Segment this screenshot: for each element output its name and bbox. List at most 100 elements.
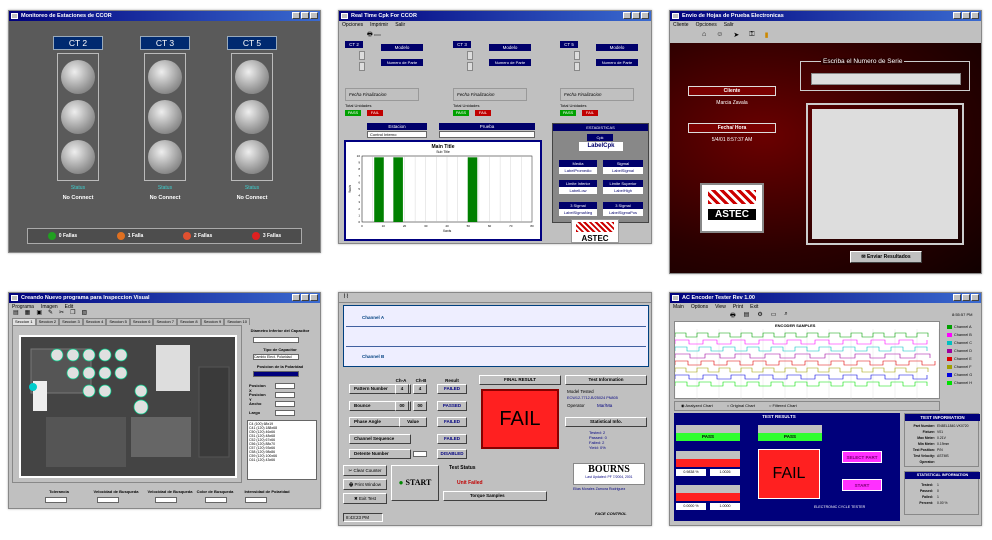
print-icon[interactable]: 🖶 [730, 311, 736, 321]
analyzed-chart-radio[interactable]: ◉ Analyzed Chart [681, 402, 713, 410]
capacitor [82, 384, 96, 398]
legend-label: Channel A [954, 325, 972, 329]
exit-door-icon[interactable]: ▮ [765, 31, 769, 41]
prueba-select[interactable] [439, 131, 535, 138]
grid-icon[interactable]: ▦ [25, 309, 31, 316]
pencil-icon[interactable]: ✎ [48, 309, 53, 316]
velocidad-busqueda-select-2[interactable] [155, 497, 177, 503]
menu-salir[interactable]: Salir [395, 21, 405, 29]
close-button[interactable] [971, 294, 979, 301]
largo-input[interactable] [275, 410, 295, 416]
menu-cliente[interactable]: Cliente [673, 21, 689, 29]
close-button[interactable] [971, 12, 979, 19]
tolerancia-select[interactable] [45, 497, 67, 503]
close-button[interactable] [310, 294, 318, 301]
menu-exit[interactable]: Exit [750, 303, 758, 311]
list-item[interactable]: C61 (120) 43x66 [249, 458, 315, 462]
select-icon[interactable]: ▣ [36, 309, 42, 316]
menu-view[interactable]: View [715, 303, 726, 311]
chart-icon[interactable]: ▤ [744, 311, 750, 321]
filtered-chart-radio[interactable]: ○ Filtered Chart [769, 402, 797, 410]
status-light [61, 140, 95, 174]
menu-opciones[interactable]: Opciones [696, 21, 717, 29]
start-button[interactable]: START [842, 479, 882, 491]
maximize-button[interactable] [301, 12, 309, 19]
close-button[interactable] [641, 12, 649, 19]
color-busqueda-select[interactable] [205, 497, 227, 503]
copy-icon[interactable]: ❐ [70, 309, 75, 316]
menu-main[interactable]: Main [673, 303, 684, 311]
encoder-waveforms [675, 329, 939, 399]
enviar-resultados-button[interactable]: ✉ Enviar Resultados [850, 251, 922, 263]
tab-seccion-5[interactable]: Seccion 5 [106, 318, 130, 325]
minimize-button[interactable] [292, 294, 300, 301]
fail-indicator: FAIL [758, 449, 820, 499]
legend-swatch [947, 349, 952, 353]
lock-icon[interactable]: ⚿ [749, 31, 754, 41]
envio-hojas-window: Envio de Hojas de Prueba Electronicas Cl… [669, 10, 982, 274]
tab-seccion-7[interactable]: Seccion 7 [153, 318, 178, 325]
maximize-button[interactable] [962, 294, 970, 301]
folder-icon[interactable]: ▤ [13, 309, 19, 316]
media-label: Media [559, 160, 597, 167]
print-icon[interactable]: 🖶 [367, 32, 373, 38]
component-list[interactable]: C4 (100) 68x19 C41 (120) 188x68 C50 (120… [247, 420, 317, 480]
minimize-button[interactable] [623, 12, 631, 19]
search-icon[interactable]: ⌕ [784, 311, 787, 321]
minimize-button[interactable] [953, 294, 961, 301]
clear-counter-button[interactable]: ✂ Clear Counter [343, 465, 387, 476]
velocidad-busqueda-select[interactable] [97, 497, 119, 503]
paste-icon[interactable]: ▧ [81, 309, 87, 316]
pcb-image[interactable] [19, 335, 237, 478]
intensidad-select[interactable] [245, 497, 267, 503]
legend-item: Channel A [947, 325, 972, 329]
menu-print[interactable]: Print [733, 303, 743, 311]
network-icon[interactable]: ⌂ [702, 31, 706, 41]
close-button[interactable] [310, 12, 318, 19]
posicion-x-input[interactable] [275, 383, 295, 389]
print-window-button[interactable]: 🖶 Print Window [343, 479, 387, 490]
app-icon [11, 295, 18, 301]
posicion-polaridad-select[interactable] [253, 371, 299, 377]
fail-indicator: FAIL [481, 389, 559, 449]
ancho-input[interactable] [275, 401, 295, 407]
menu-opciones[interactable]: Opciones [342, 21, 363, 29]
detente-input[interactable] [413, 451, 427, 457]
tab-seccion-8[interactable]: Seccion 8 [177, 318, 201, 325]
exit-test-button[interactable]: ✖ Exit Test [343, 493, 387, 504]
tab-seccion-1[interactable]: Seccion 1 [12, 318, 36, 325]
select-part-button[interactable]: SELECT PART [842, 451, 882, 463]
start-button[interactable]: ● START [391, 465, 439, 501]
maximize-button[interactable] [301, 294, 309, 301]
diametro-select[interactable] [253, 337, 299, 343]
waveform-icon[interactable]: ⌇⌇ [343, 294, 349, 300]
user-icon[interactable]: ☺ [716, 31, 723, 41]
maximize-button[interactable] [962, 12, 970, 19]
menu-options[interactable]: Options [691, 303, 708, 311]
tab-seccion-4[interactable]: Seccion 4 [82, 318, 107, 325]
serie-input[interactable] [811, 73, 961, 85]
phase-value-button[interactable]: Value [399, 417, 427, 427]
torque-samples-button[interactable]: Torque Samples [443, 491, 547, 501]
settings-icon[interactable]: ⚙ [757, 311, 762, 321]
posicion-y-input[interactable] [275, 392, 295, 398]
tab-seccion-3[interactable]: Seccion 3 [59, 318, 83, 325]
status-light [61, 100, 95, 134]
minimize-button[interactable] [953, 12, 961, 19]
tab-seccion-2[interactable]: Seccion 2 [35, 318, 60, 325]
original-chart-radio[interactable]: ○ Original Chart [727, 402, 755, 410]
maximize-button[interactable] [632, 12, 640, 19]
cliente-value: Marcia Zavala [716, 100, 748, 106]
tab-seccion-10[interactable]: Seccion 10 [224, 318, 250, 325]
send-icon[interactable]: ➤ [733, 31, 739, 41]
tipo-capacitor-select[interactable]: Cambio Elect. Polaridad [253, 354, 299, 360]
cut-icon[interactable]: ✂ [59, 309, 64, 316]
tab-seccion-9[interactable]: Seccion 9 [200, 318, 225, 325]
save-icon[interactable]: ▭ [771, 311, 777, 321]
estacion-select[interactable]: Control Interno [367, 131, 427, 138]
menu-imprimir[interactable]: Imprimir [370, 21, 388, 29]
menu-salir[interactable]: Salir [724, 21, 734, 29]
minimize-button[interactable] [292, 12, 300, 19]
save-icon[interactable]: ▭ [374, 32, 380, 38]
tab-seccion-6[interactable]: Seccion 6 [129, 318, 154, 325]
